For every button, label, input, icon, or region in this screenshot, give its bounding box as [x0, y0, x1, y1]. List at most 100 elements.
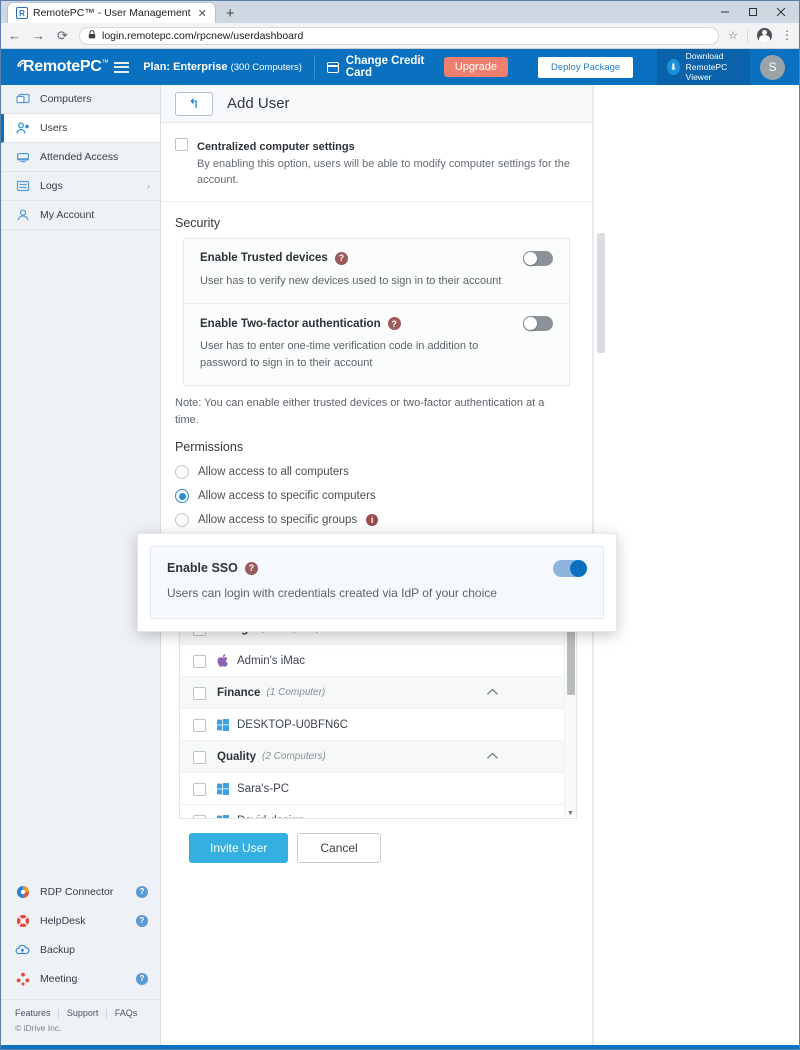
page-title: Add User — [227, 95, 290, 112]
table-row[interactable]: DESKTOP-U0BFN6C — [180, 709, 576, 742]
profile-avatar[interactable] — [757, 28, 772, 43]
link-features[interactable]: Features — [15, 1008, 51, 1018]
scroll-down-icon[interactable]: ▼ — [567, 809, 574, 818]
sidebar-item-rdp-connector[interactable]: RDP Connector ? — [1, 877, 160, 906]
enable-sso-card: Enable SSO ? Users can login with creden… — [150, 546, 604, 619]
browser-tab[interactable]: R RemotePC™ - User Management ✕ — [7, 2, 216, 23]
maximize-icon[interactable] — [739, 2, 767, 22]
forward-icon[interactable]: → — [31, 29, 46, 42]
sidebar-item-meeting[interactable]: Meeting ? — [1, 964, 160, 993]
minimize-icon[interactable] — [711, 2, 739, 22]
sidebar-item-backup[interactable]: Backup — [1, 935, 160, 964]
browser-menu-icon[interactable]: ⋮ — [781, 29, 793, 41]
group-name: Finance — [217, 686, 261, 699]
invite-user-button[interactable]: Invite User — [189, 833, 289, 864]
centralized-settings-label: Centralized computer settings — [197, 141, 355, 153]
help-badge-icon[interactable]: ? — [136, 885, 148, 898]
two-factor-toggle[interactable] — [523, 316, 553, 332]
centralized-settings-text: Centralized computer settings By enablin… — [197, 137, 578, 189]
sidebar-item-logs[interactable]: Logs › — [1, 172, 160, 201]
centralized-settings-description: By enabling this option, users will be a… — [197, 158, 570, 186]
panel-header: ↰ Add User — [161, 85, 592, 123]
link-support[interactable]: Support — [67, 1008, 99, 1018]
sso-description: Users can login with credentials created… — [167, 586, 497, 600]
sidebar-label: Logs — [40, 180, 63, 192]
sidebar-item-computers[interactable]: Computers — [1, 85, 160, 114]
permission-option-specific-groups[interactable]: Allow access to specific groups i — [161, 508, 592, 532]
table-row[interactable]: Finance (1 Computer) — [180, 677, 576, 710]
back-icon[interactable]: ← — [7, 29, 22, 42]
permission-option-specific-computers[interactable]: Allow access to specific computers — [161, 484, 592, 508]
bookmark-star-icon[interactable]: ☆ — [728, 29, 738, 42]
list-scrollbar[interactable]: ▲ ▼ — [564, 613, 576, 819]
trusted-devices-toggle[interactable] — [523, 250, 553, 266]
sso-toggle[interactable] — [553, 560, 587, 577]
link-faqs[interactable]: FAQs — [115, 1008, 138, 1018]
centralized-settings-row[interactable]: Centralized computer settings By enablin… — [161, 123, 592, 202]
window-controls — [711, 1, 799, 23]
sidebar-item-my-account[interactable]: My Account — [1, 201, 160, 230]
windows-icon — [217, 718, 229, 731]
table-row[interactable]: Sara's-PC — [180, 773, 576, 806]
close-tab-icon[interactable]: ✕ — [196, 7, 209, 20]
upgrade-button[interactable]: Upgrade — [443, 57, 509, 77]
help-badge-icon[interactable]: ? — [136, 914, 148, 927]
row-checkbox[interactable] — [193, 782, 206, 796]
sidebar-item-users[interactable]: Users — [1, 114, 160, 143]
help-icon[interactable]: ? — [244, 561, 258, 575]
row-checkbox[interactable] — [193, 718, 206, 732]
help-icon[interactable]: ? — [334, 251, 348, 265]
sidebar-item-attended-access[interactable]: Attended Access — [1, 143, 160, 172]
deploy-package-button[interactable]: Deploy Package — [538, 56, 634, 78]
lock-icon — [88, 30, 96, 41]
bottom-accent-strip — [1, 1045, 799, 1049]
tab-strip: R RemotePC™ - User Management ✕ + — [1, 1, 245, 23]
page-scroll-thumb[interactable] — [596, 233, 605, 353]
group-name: Quality — [217, 750, 256, 763]
lifebuoy-icon — [15, 913, 30, 928]
sidebar-label: Attended Access — [40, 151, 119, 163]
row-checkbox[interactable] — [193, 750, 206, 764]
permission-option-all[interactable]: Allow access to all computers — [161, 460, 592, 484]
trusted-devices-title: Enable Trusted devices — [200, 252, 328, 265]
help-badge-icon[interactable]: ? — [136, 972, 148, 985]
reload-icon[interactable]: ⟳ — [55, 29, 70, 42]
info-icon[interactable]: i — [366, 514, 379, 527]
radio-specific-groups[interactable] — [175, 513, 189, 528]
row-checkbox[interactable] — [193, 654, 206, 668]
windows-icon — [217, 782, 229, 795]
browser-window: R RemotePC™ - User Management ✕ + ← → ⟳ — [0, 0, 800, 1050]
centralized-settings-checkbox[interactable] — [175, 138, 188, 151]
radio-all-computers[interactable] — [175, 465, 189, 480]
chevron-up-icon[interactable] — [486, 751, 499, 763]
url-text: login.remotepc.com/rpcnew/userdashboard — [102, 29, 304, 42]
back-button[interactable]: ↰ — [175, 91, 213, 116]
chevron-up-icon[interactable] — [486, 687, 499, 699]
sidebar-item-helpdesk[interactable]: HelpDesk ? — [1, 906, 160, 935]
group-count: (2 Computers) — [261, 751, 326, 763]
radio-specific-computers[interactable] — [175, 489, 189, 504]
title-bar: R RemotePC™ - User Management ✕ + — [1, 1, 799, 23]
table-row[interactable]: Admin's iMac — [180, 645, 576, 678]
hamburger-icon[interactable] — [108, 61, 135, 73]
cancel-button[interactable]: Cancel — [297, 833, 381, 864]
table-row[interactable]: David-design — [180, 805, 576, 819]
close-window-icon[interactable] — [767, 2, 795, 22]
help-icon[interactable]: ? — [387, 317, 401, 331]
new-tab-button[interactable]: + — [216, 6, 245, 23]
user-avatar[interactable]: S — [760, 54, 785, 80]
address-bar[interactable]: login.remotepc.com/rpcnew/userdashboard — [79, 26, 720, 45]
scroll-thumb[interactable] — [566, 623, 575, 696]
row-checkbox[interactable] — [193, 814, 206, 819]
table-row[interactable]: Quality (2 Computers) — [180, 741, 576, 774]
sidebar-label: RDP Connector — [40, 885, 114, 898]
remotepc-favicon: R — [16, 7, 28, 19]
computer-name: David-design — [237, 815, 304, 819]
two-factor-description: User has to enter one-time verification … — [200, 340, 479, 369]
remotepc-logo[interactable]: RemotePC™ — [1, 58, 109, 76]
security-card-group: Enable Trusted devices ? User has to ver… — [183, 237, 570, 387]
download-viewer-button[interactable]: ⬇ Download RemotePC Viewer — [657, 49, 750, 85]
computer-name: Sara's-PC — [237, 782, 290, 795]
change-credit-card-button[interactable]: Change Credit Card — [326, 55, 430, 79]
row-checkbox[interactable] — [193, 686, 206, 700]
